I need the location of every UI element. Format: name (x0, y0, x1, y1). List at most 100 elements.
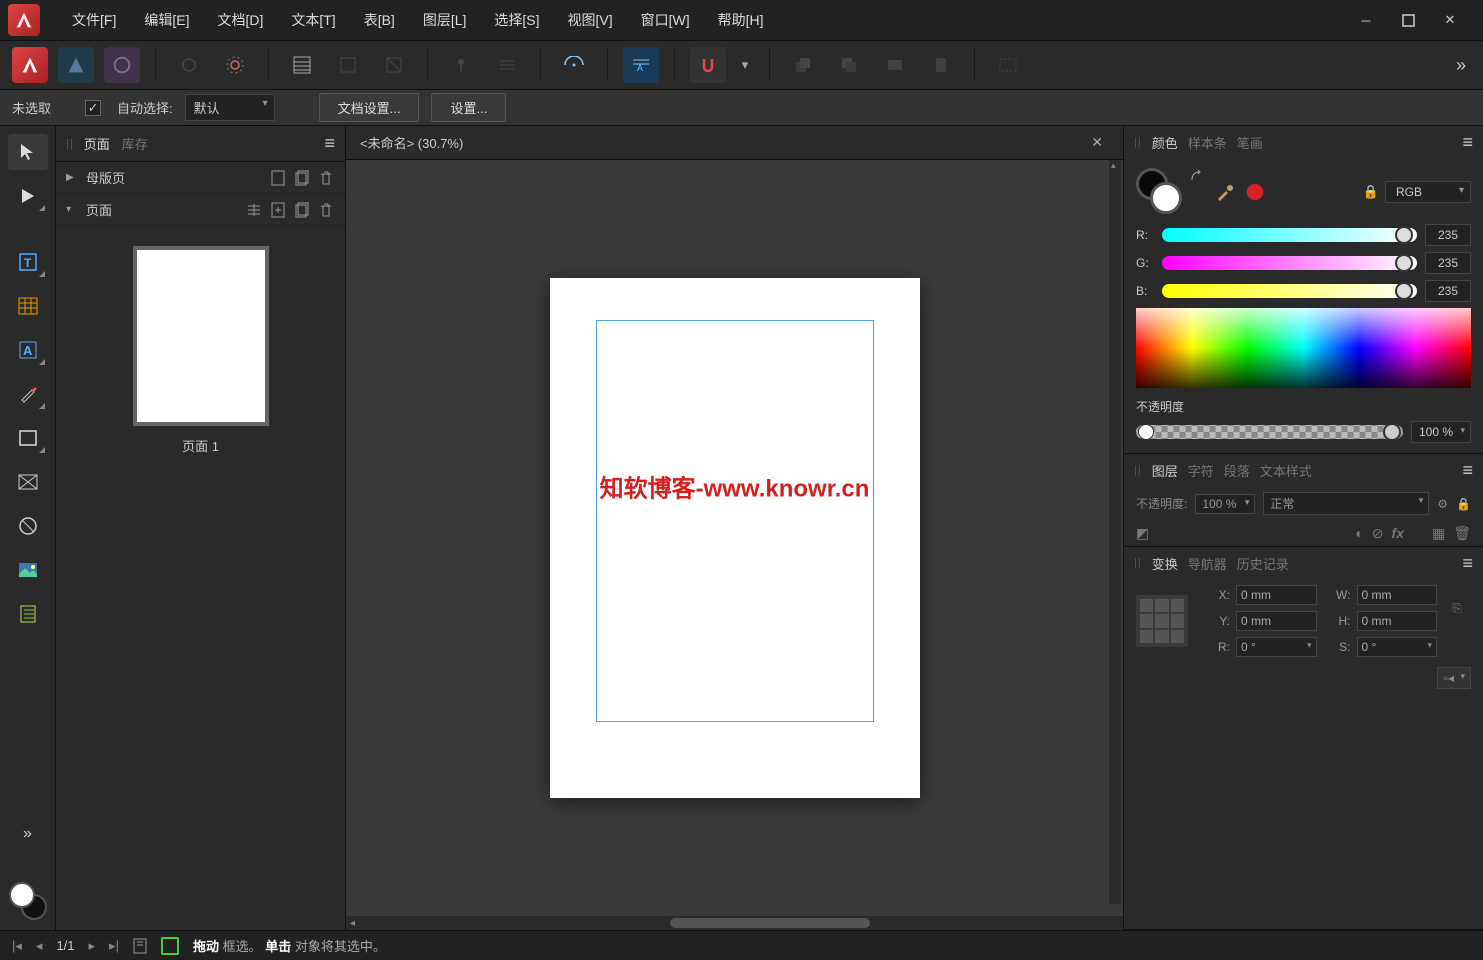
spread-icon[interactable] (245, 201, 263, 219)
ellipse-tool[interactable] (8, 508, 48, 544)
spread-view-icon[interactable] (133, 938, 147, 954)
delete-master-icon[interactable] (317, 169, 335, 187)
link-wh-icon[interactable]: ⎘ (1443, 601, 1471, 616)
swap-colors-icon[interactable] (1190, 170, 1204, 184)
more-tools-button[interactable]: » (8, 816, 48, 852)
opacity-end-thumb[interactable] (1383, 423, 1401, 441)
panel-grip-icon[interactable]: || (1134, 136, 1142, 148)
canvas-viewport[interactable]: 知软博客-www.knowr.cn (346, 160, 1123, 916)
document-tab-title[interactable]: <未命名> (30.7%) (360, 133, 463, 152)
next-page-button[interactable]: ▸ (89, 938, 96, 954)
adjustment-icon[interactable]: ◐ (1355, 525, 1363, 542)
paragraph-tab[interactable]: 段落 (1224, 461, 1250, 480)
opacity-slider[interactable] (1136, 425, 1403, 439)
menu-select[interactable]: 选择[S] (480, 0, 553, 40)
layers-tab[interactable]: 图层 (1152, 461, 1178, 480)
character-tab[interactable]: 字符 (1188, 461, 1214, 480)
textstyles-tab[interactable]: 文本样式 (1260, 461, 1312, 480)
document-settings-button[interactable]: 文档设置... (319, 93, 420, 122)
add-page-icon[interactable] (269, 201, 287, 219)
preferences-button[interactable] (217, 47, 253, 83)
panel-grip-icon[interactable]: || (1134, 464, 1142, 476)
node-tool[interactable] (8, 178, 48, 214)
slider-thumb[interactable] (1395, 254, 1413, 272)
prev-page-button[interactable]: ◂ (36, 938, 43, 954)
color-panel-well[interactable] (1136, 168, 1184, 216)
pages-tab[interactable]: 页面 (82, 132, 112, 155)
close-button[interactable]: ✕ (1440, 10, 1460, 30)
w-input[interactable]: 0 mm (1357, 585, 1438, 605)
menu-file[interactable]: 文件[F] (58, 0, 130, 40)
data-merge-tool[interactable] (8, 596, 48, 632)
stock-tab[interactable]: 库存 (120, 132, 150, 155)
snap-options-button[interactable]: ▾ (736, 47, 754, 83)
duplicate-master-icon[interactable] (293, 169, 311, 187)
menu-text[interactable]: 文本[T] (277, 0, 349, 40)
delete-page-icon[interactable] (317, 201, 335, 219)
effects-icon[interactable]: fx (1392, 525, 1404, 542)
text-frame-tool[interactable]: T (8, 244, 48, 280)
navigator-tab[interactable]: 导航器 (1188, 554, 1227, 573)
lock-icon[interactable]: 🔒 (1363, 184, 1379, 200)
last-page-button[interactable]: ▸| (109, 938, 119, 954)
pen-tool[interactable] (8, 376, 48, 412)
arrange2-button[interactable] (831, 47, 867, 83)
transform-tab[interactable]: 变换 (1152, 554, 1178, 573)
anchor-selector[interactable] (1136, 595, 1188, 647)
layers-panel-menu-button[interactable]: ≡ (1462, 460, 1473, 481)
persona-designer[interactable] (58, 47, 94, 83)
swatches-tab[interactable]: 样本条 (1188, 133, 1227, 152)
wrap-button[interactable] (556, 47, 592, 83)
pin-button[interactable] (443, 47, 479, 83)
menu-document[interactable]: 文档[D] (203, 0, 277, 40)
h-input[interactable]: 0 mm (1357, 611, 1438, 631)
g-slider[interactable] (1162, 256, 1417, 270)
baseline-grid-button[interactable] (284, 47, 320, 83)
color-panel-menu-button[interactable]: ≡ (1462, 132, 1473, 153)
x-input[interactable]: 0 mm (1236, 585, 1317, 605)
menu-edit[interactable]: 编辑[E] (130, 0, 203, 40)
move-tool[interactable] (8, 134, 48, 170)
canvas-page[interactable]: 知软博客-www.knowr.cn (550, 278, 920, 798)
pages-row[interactable]: ▾ 页面 (56, 194, 345, 226)
panel-grip-icon[interactable]: || (66, 138, 74, 150)
blend-mode-dropdown[interactable]: 正常 (1263, 492, 1429, 515)
group-button[interactable] (990, 47, 1026, 83)
lock-icon[interactable]: 🔒 (1456, 497, 1471, 511)
panel-grip-icon[interactable]: || (1134, 557, 1142, 569)
float-button[interactable] (489, 47, 525, 83)
preflight-button[interactable] (171, 47, 207, 83)
artistic-text-tool[interactable]: A (8, 332, 48, 368)
page-1-thumbnail[interactable] (133, 246, 269, 426)
autoselect-mode-dropdown[interactable]: 默认 (185, 94, 275, 121)
preflight-status-icon[interactable] (161, 937, 179, 955)
rotation-input[interactable]: 0 ° (1236, 637, 1317, 657)
clip-button[interactable] (376, 47, 412, 83)
vertical-scrollbar[interactable] (1109, 160, 1121, 904)
b-slider[interactable] (1162, 284, 1417, 298)
r-slider[interactable] (1162, 228, 1417, 242)
collapse-icon[interactable]: ▾ (66, 204, 78, 215)
g-value-input[interactable]: 235 (1425, 252, 1471, 274)
mask-icon[interactable]: ◩ (1136, 525, 1149, 542)
layer-opacity-dropdown[interactable]: 100 % (1195, 494, 1255, 514)
expand-icon[interactable]: ▶ (66, 172, 78, 183)
add-master-icon[interactable] (269, 169, 287, 187)
history-tab[interactable]: 历史记录 (1237, 554, 1289, 573)
hue-picker[interactable] (1136, 308, 1471, 388)
shear-input[interactable]: 0 ° (1357, 637, 1438, 657)
toolbar-overflow-button[interactable]: » (1456, 55, 1471, 76)
slider-thumb[interactable] (1395, 282, 1413, 300)
menu-layer[interactable]: 图层[L] (409, 0, 481, 40)
rectangle-tool[interactable] (8, 420, 48, 456)
y-input[interactable]: 0 mm (1236, 611, 1317, 631)
arrange4-button[interactable] (923, 47, 959, 83)
text-frame-button[interactable] (330, 47, 366, 83)
b-value-input[interactable]: 235 (1425, 280, 1471, 302)
fill-color-well[interactable] (9, 882, 35, 908)
color-tab[interactable]: 颜色 (1152, 133, 1178, 152)
align-dropdown[interactable]: ▫◂ (1437, 667, 1471, 689)
first-page-button[interactable]: |◂ (12, 938, 22, 954)
duplicate-page-icon[interactable] (293, 201, 311, 219)
arrange3-button[interactable] (877, 47, 913, 83)
